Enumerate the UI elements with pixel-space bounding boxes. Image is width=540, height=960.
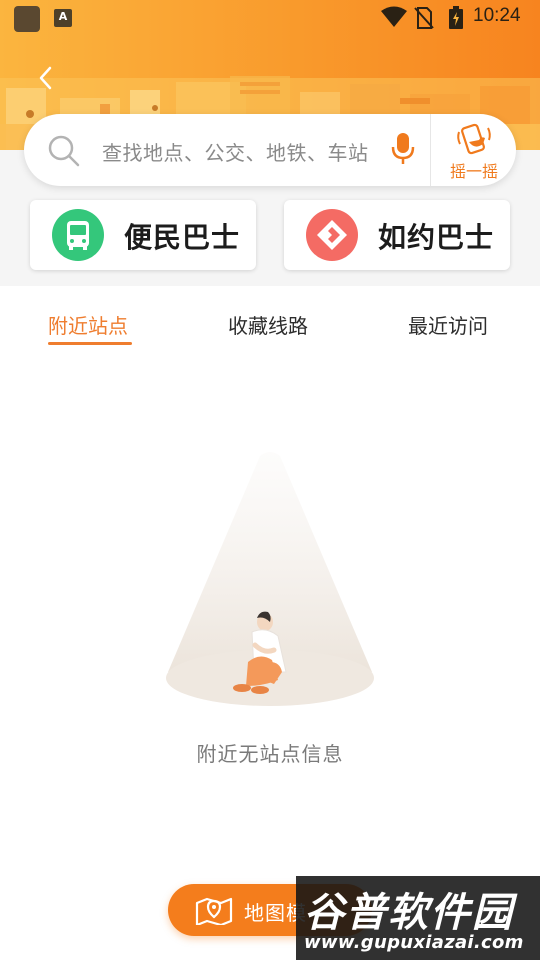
battery-charging-icon xyxy=(449,6,463,29)
watermark-title: 谷普软件园 xyxy=(304,890,514,936)
search-input[interactable]: 查找地点、公交、地铁、车站 xyxy=(102,137,369,166)
site-watermark: 谷普软件园 www.gupuxiazai.com xyxy=(296,876,540,960)
active-tab-indicator xyxy=(48,342,132,345)
search-bar[interactable]: 查找地点、公交、地铁、车站 摇一摇 xyxy=(24,114,516,186)
empty-state-message: 附近无站点信息 xyxy=(196,742,344,766)
reservation-bus-label: 如约巴士 xyxy=(378,221,495,254)
shake-label: 摇一摇 xyxy=(449,162,498,181)
tab-recent-visits[interactable]: 最近访问 xyxy=(408,310,488,339)
convenience-bus-label: 便民巴士 xyxy=(124,221,241,254)
font-app-icon: A xyxy=(54,9,72,27)
clock-time: 10:24 xyxy=(473,5,521,26)
search-icon xyxy=(48,135,80,167)
tab-nearby-stations[interactable]: 附近站点 xyxy=(48,310,128,339)
back-arrow-icon[interactable] xyxy=(30,60,62,96)
tab-favorite-routes[interactable]: 收藏线路 xyxy=(228,310,308,339)
app-notification-icon xyxy=(14,6,40,32)
reservation-bus-card[interactable]: 如约巴士 xyxy=(284,200,510,270)
convenience-bus-card[interactable]: 便民巴士 xyxy=(30,200,256,270)
no-sim-icon xyxy=(414,7,434,29)
shake-phone-icon xyxy=(457,123,491,155)
wifi-icon xyxy=(381,6,407,27)
reservation-icon xyxy=(306,209,358,261)
station-tabs: 附近站点 收藏线路 最近访问 xyxy=(0,286,540,352)
bus-icon xyxy=(52,209,104,261)
watermark-url: www.gupuxiazai.com xyxy=(304,932,524,953)
shake-button[interactable]: 摇一摇 xyxy=(431,114,516,186)
map-icon xyxy=(195,897,233,925)
empty-state-illustration xyxy=(166,452,374,706)
microphone-icon[interactable] xyxy=(390,131,416,167)
status-bar: A 10:24 xyxy=(0,0,540,36)
